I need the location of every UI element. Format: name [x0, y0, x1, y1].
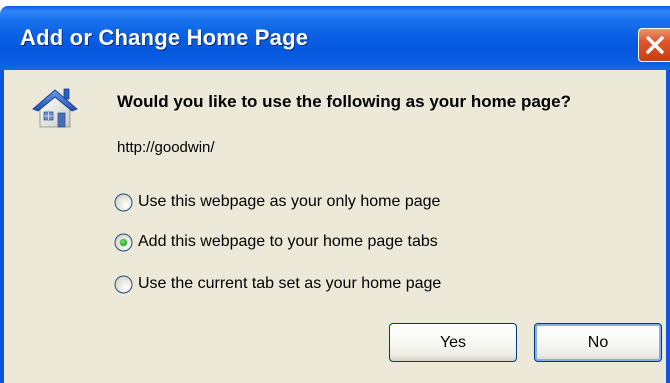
option-label: Use this webpage as your only home page	[138, 193, 441, 210]
title-bar[interactable]: Add or Change Home Page	[0, 6, 670, 70]
option-current-tab-set[interactable]: Use the current tab set as your home pag…	[114, 272, 441, 296]
radio-button-unselected[interactable]	[114, 275, 133, 294]
option-only-home-page[interactable]: Use this webpage as your only home page	[114, 190, 440, 214]
option-label: Use the current tab set as your home pag…	[138, 275, 442, 292]
option-label: Add this webpage to your home page tabs	[138, 233, 438, 250]
window-title: Add or Change Home Page	[20, 25, 309, 50]
dialog-body: Would you like to use the following as y…	[4, 70, 666, 383]
radio-button-unselected[interactable]	[114, 193, 133, 212]
home-page-question: Would you like to use the following as y…	[117, 92, 572, 111]
home-page-url: http://goodwin/	[117, 139, 215, 156]
option-add-to-tabs[interactable]: Add this webpage to your home page tabs	[114, 230, 438, 254]
add-change-home-page-dialog: Add or Change Home Page Would you like t…	[0, 0, 670, 383]
close-icon	[646, 36, 664, 54]
window-border-right	[666, 70, 670, 383]
no-button[interactable]: No	[534, 323, 662, 362]
radio-button-selected[interactable]	[114, 233, 133, 252]
yes-button[interactable]: Yes	[389, 323, 517, 362]
home-icon	[32, 88, 78, 128]
close-button[interactable]	[638, 28, 670, 62]
